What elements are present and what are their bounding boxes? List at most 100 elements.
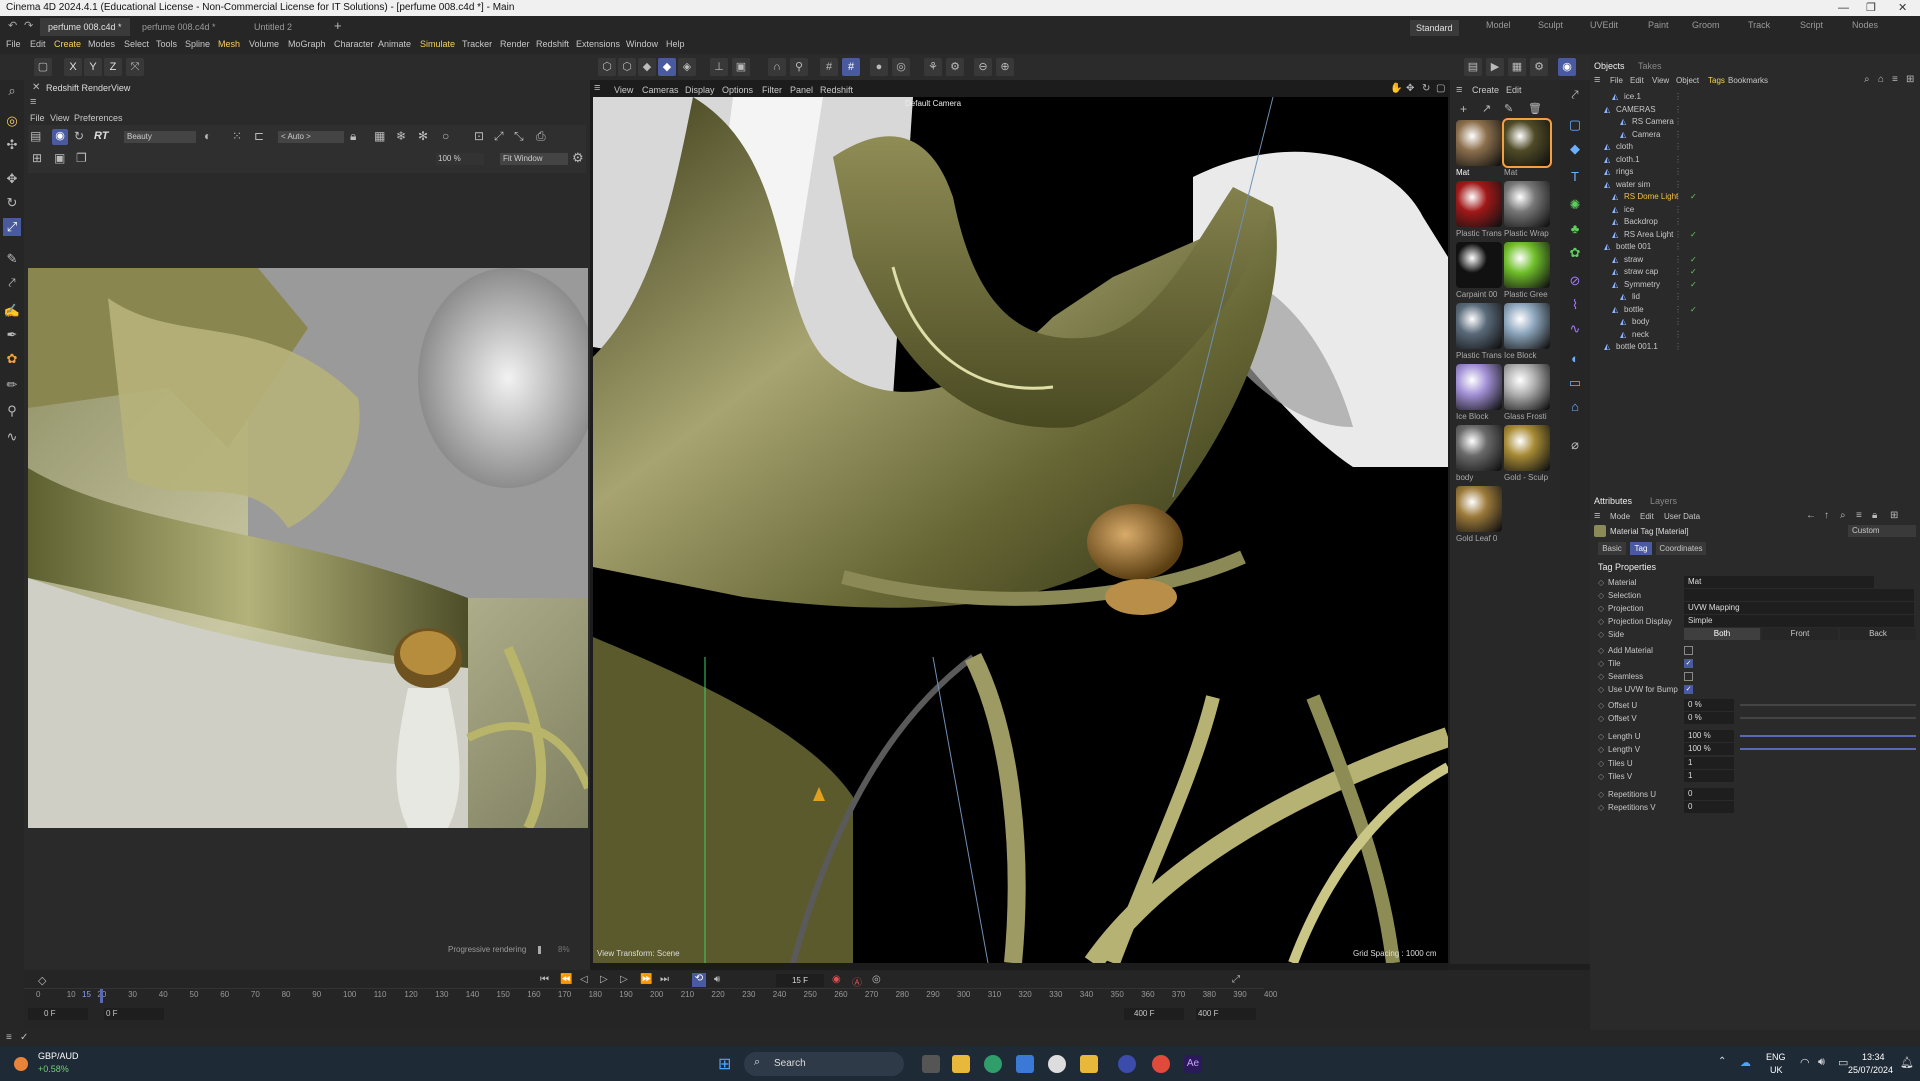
side-both-button[interactable]: Both	[1684, 628, 1760, 640]
paint-icon[interactable]: ✿	[3, 350, 21, 368]
anim-dot-icon[interactable]: ◇	[1598, 682, 1604, 697]
cube-outline-icon[interactable]: ▢	[1566, 116, 1584, 134]
menu-tools[interactable]: Tools	[156, 39, 177, 49]
menu-mesh[interactable]: Mesh	[218, 39, 240, 49]
attr-search-icon[interactable]: ⌕	[1840, 510, 1846, 521]
goto-start-icon[interactable]: ⏮	[540, 974, 549, 985]
copy-icon[interactable]: ❐	[76, 151, 87, 165]
menu-animate[interactable]: Animate	[378, 39, 411, 49]
menu-edit[interactable]: Edit	[30, 39, 46, 49]
obj-menu-object[interactable]: Object	[1676, 76, 1699, 85]
onedrive-icon[interactable]: ☁	[1740, 1056, 1751, 1069]
doc-tab-perfume-008-2[interactable]: perfume 008.c4d *	[134, 18, 224, 36]
autokey-icon[interactable]: Ⓐ	[852, 974, 862, 989]
environment-icon[interactable]: ◐	[1566, 350, 1584, 368]
projection-display-dropdown[interactable]: Simple	[1684, 615, 1914, 627]
tile-checkbox[interactable]: ✓	[1684, 659, 1693, 668]
render-settings-icon[interactable]: ⚙	[1530, 58, 1548, 76]
material-swatch[interactable]	[1502, 118, 1552, 168]
object-row[interactable]: ◭ bottle 001.1 ⋮	[1590, 339, 1920, 354]
viewport-canvas[interactable]: Default Camera View Transform: Scene Gri…	[593, 97, 1448, 963]
key-settings-icon[interactable]: ◎	[872, 974, 881, 985]
edge-icon[interactable]	[984, 1055, 1002, 1073]
bucket-icon[interactable]: ⁙	[232, 129, 242, 143]
panel-close-icon[interactable]: ✕	[32, 82, 40, 93]
keyframe-icon[interactable]: ◎	[892, 58, 910, 76]
material-swatch[interactable]	[1456, 181, 1502, 227]
offset-u-field[interactable]: 0 %	[1684, 699, 1734, 711]
seamless-checkbox[interactable]	[1684, 672, 1693, 681]
vp-menu-view[interactable]: View	[614, 85, 633, 95]
vp-menu-panel[interactable]: Panel	[790, 85, 813, 95]
menu-window[interactable]: Window	[626, 39, 658, 49]
maximize-view-icon[interactable]: ▢	[1436, 83, 1445, 94]
attr-filter-icon[interactable]: ≡	[1856, 510, 1862, 521]
spline-pen-icon[interactable]: ✎	[3, 250, 21, 268]
tray-chevron-icon[interactable]: ⌃	[1718, 1056, 1726, 1067]
scale-icon[interactable]: ⤢	[3, 218, 21, 236]
menu-mograph[interactable]: MoGraph	[288, 39, 326, 49]
loop-icon[interactable]: ⟲	[692, 973, 706, 987]
record-key-icon[interactable]: ◉	[832, 974, 841, 985]
attr-lock-icon[interactable]: 🔒︎	[1872, 510, 1877, 521]
anim-dot-icon[interactable]: ◇	[1598, 742, 1604, 757]
length-v-field[interactable]: 100 %	[1684, 743, 1734, 755]
settings-icon[interactable]: ⚙	[946, 58, 964, 76]
pan-icon[interactable]: ✋	[1390, 83, 1402, 94]
brush-icon[interactable]: ✍	[3, 302, 21, 320]
battery-icon[interactable]: ▭	[1838, 1056, 1848, 1069]
clock-time[interactable]: 13:34	[1862, 1052, 1885, 1062]
vp-menu-display[interactable]: Display	[685, 85, 715, 95]
solo-icon[interactable]: ▣	[732, 58, 750, 76]
axis-y-icon[interactable]: Y	[84, 58, 102, 76]
menu-create[interactable]: Create	[54, 39, 81, 49]
attr-menu-user-data[interactable]: User Data	[1664, 512, 1700, 521]
store-icon[interactable]	[1016, 1055, 1034, 1073]
select-icon[interactable]: ⤤	[1566, 86, 1584, 104]
redshift-icon[interactable]: ◉	[1558, 58, 1576, 76]
obj-menu-bookmarks[interactable]: Bookmarks	[1728, 76, 1768, 85]
obj-menu-icon[interactable]: ≡	[1594, 74, 1600, 86]
layout-uvedit[interactable]: UVEdit	[1590, 20, 1618, 30]
app-icon[interactable]	[1048, 1055, 1066, 1073]
knife-icon[interactable]: ⤤	[3, 274, 21, 292]
tweak-icon[interactable]: ✣	[3, 136, 21, 154]
text-icon[interactable]: T	[1566, 168, 1584, 186]
next-key-icon[interactable]: ⏩	[640, 974, 652, 985]
layout-standard[interactable]: Standard	[1410, 20, 1459, 36]
fit-window-dropdown[interactable]: Fit Window	[500, 153, 568, 165]
layout-track[interactable]: Track	[1748, 20, 1770, 30]
undo-icon[interactable]: ↶	[8, 19, 17, 32]
render-icon[interactable]: ▶	[1486, 58, 1504, 76]
attr-new-icon[interactable]: ⊞	[1890, 510, 1898, 521]
menu-extensions[interactable]: Extensions	[576, 39, 620, 49]
current-frame-field[interactable]: 15 F	[776, 974, 824, 987]
null-object-icon[interactable]: ▢	[34, 58, 52, 76]
length-u-slider[interactable]	[1740, 735, 1916, 737]
offset-u-slider[interactable]	[1740, 704, 1916, 706]
menu-volume[interactable]: Volume	[249, 39, 279, 49]
repetitions-u-field[interactable]: 0	[1684, 788, 1734, 800]
subtab-tag[interactable]: Tag	[1630, 542, 1652, 555]
vp-menu-options[interactable]: Options	[722, 85, 753, 95]
goto-end-icon[interactable]: ⏭	[660, 974, 669, 985]
vp-menu-filter[interactable]: Filter	[762, 85, 782, 95]
deformer-icon[interactable]: ⊘	[1566, 272, 1584, 290]
light-icon[interactable]: ⊖	[974, 58, 992, 76]
panel-menu-icon[interactable]: ≡	[30, 96, 36, 108]
save-image-icon[interactable]: ▤	[30, 129, 46, 145]
file-explorer-icon[interactable]	[952, 1055, 970, 1073]
obj-search-icon[interactable]: ⌕	[1864, 74, 1870, 85]
layout-sculpt[interactable]: Sculpt	[1538, 20, 1563, 30]
cloner-icon[interactable]: ♣	[1566, 220, 1584, 238]
polygons-mode-icon[interactable]: ◆	[638, 58, 656, 76]
add-material-checkbox[interactable]	[1684, 646, 1693, 655]
preview-min-field[interactable]: 0 F	[104, 1008, 164, 1020]
vp-menu-redshift[interactable]: Redshift	[820, 85, 853, 95]
grid-icon[interactable]: #	[820, 58, 838, 76]
spline-icon[interactable]: ∿	[3, 428, 21, 446]
add-tab-icon[interactable]: +	[334, 18, 342, 33]
points-mode-icon[interactable]: ⬡	[598, 58, 616, 76]
menu-simulate[interactable]: Simulate	[420, 39, 455, 49]
preset-dropdown[interactable]: Custom	[1848, 525, 1916, 537]
